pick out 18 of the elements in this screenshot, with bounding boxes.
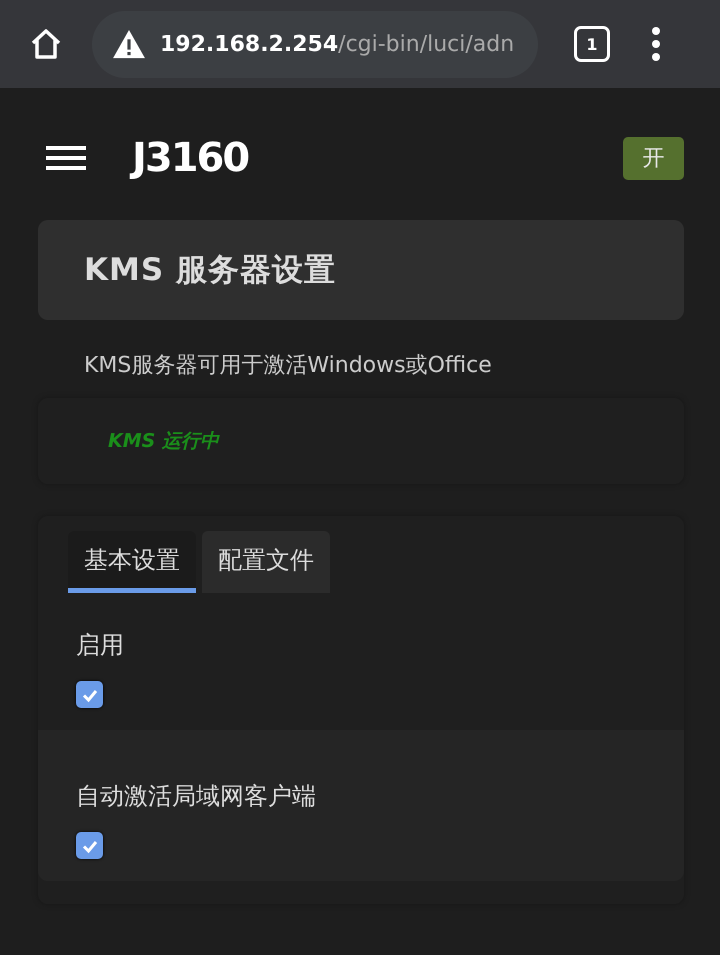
toggle-button[interactable]: 开 bbox=[623, 136, 684, 180]
url-path: /cgi-bin/luci/adn bbox=[338, 32, 514, 56]
tab-count-button[interactable]: 1 bbox=[574, 26, 610, 62]
more-menu-icon[interactable] bbox=[651, 27, 661, 61]
menu-icon[interactable] bbox=[46, 144, 86, 172]
checkbox[interactable] bbox=[76, 681, 103, 708]
address-bar[interactable]: 192.168.2.254/cgi-bin/luci/adn bbox=[92, 10, 538, 78]
logo-text[interactable]: J3160 bbox=[132, 135, 248, 181]
url-host: 192.168.2.254 bbox=[160, 32, 338, 56]
warning-icon bbox=[112, 29, 146, 59]
tab[interactable]: 基本设置 bbox=[68, 531, 196, 593]
page-description: KMS服务器可用于激活Windows或Office bbox=[84, 352, 493, 380]
page-title: KMS 服务器设置 bbox=[84, 251, 336, 290]
checkbox[interactable] bbox=[76, 832, 103, 859]
tab[interactable]: 配置文件 bbox=[202, 531, 330, 593]
option-label: 自动激活局域网客户端 bbox=[76, 781, 316, 812]
status-text: KMS 运行中 bbox=[108, 429, 219, 454]
option-label: 启用 bbox=[76, 630, 124, 661]
